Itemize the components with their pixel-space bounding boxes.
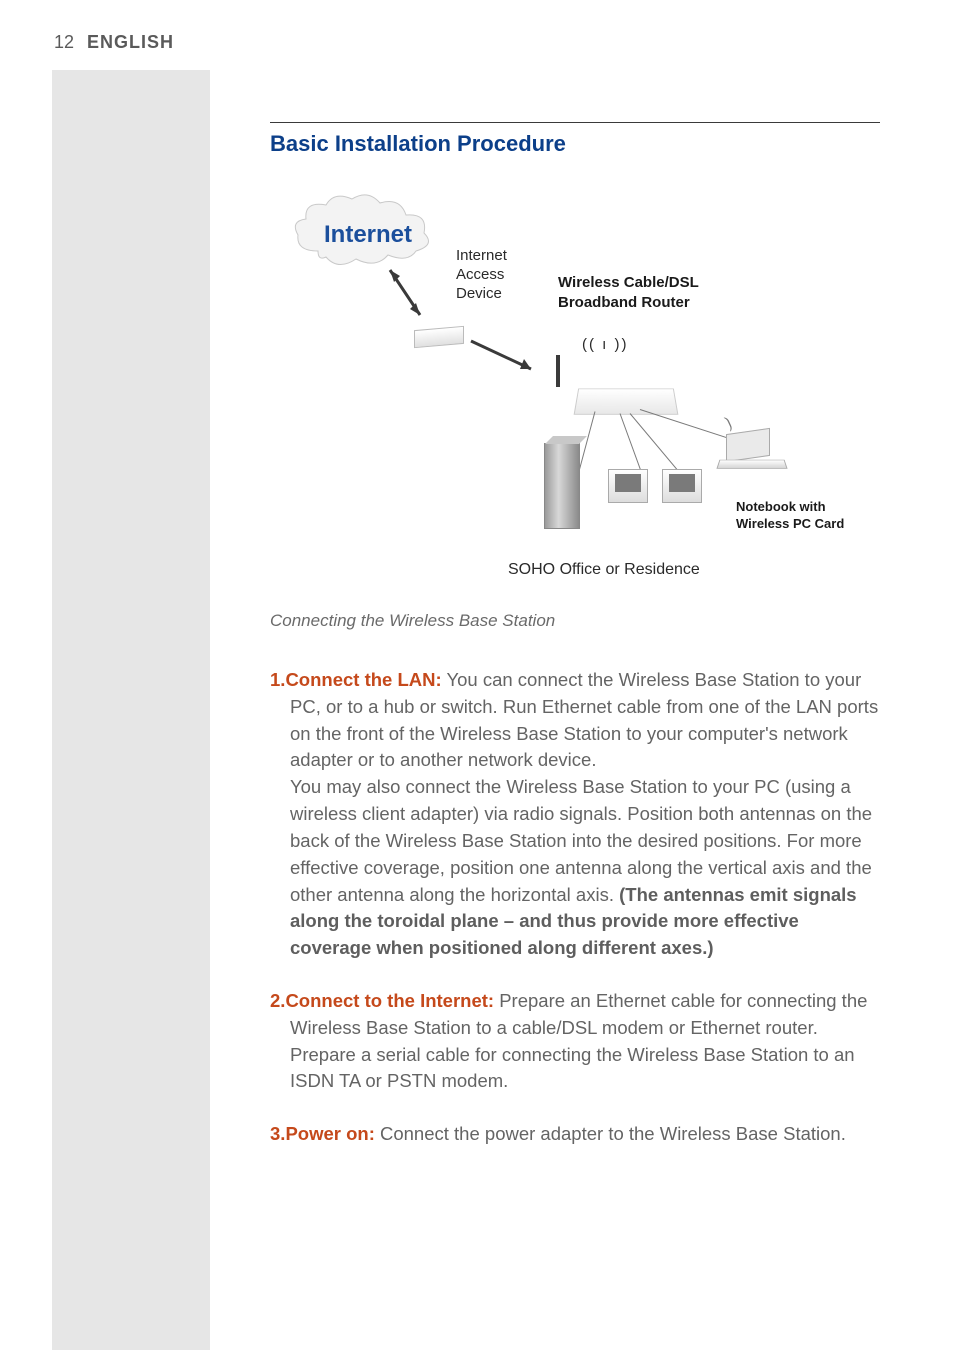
router-icon xyxy=(574,388,679,414)
main-content: Basic Installation Procedure Internet In… xyxy=(270,122,880,1174)
antenna-icon: (( ı )) xyxy=(582,336,628,353)
step-2: 2.Connect to the Internet: Prepare an Et… xyxy=(270,988,880,1095)
iad-line3: Device xyxy=(456,285,502,302)
section-rule xyxy=(270,122,880,123)
language-label: ENGLISH xyxy=(87,32,174,52)
left-sidebar-band xyxy=(52,70,210,1350)
iad-line2: Access xyxy=(456,266,504,283)
access-device-icon xyxy=(414,326,464,348)
laptop-icon xyxy=(718,431,786,475)
step-3: 3.Power on: Connect the power adapter to… xyxy=(270,1121,880,1148)
router-label: Wireless Cable/DSL Broadband Router xyxy=(558,273,699,312)
notebook-line1: Notebook with xyxy=(736,499,826,514)
router-line2: Broadband Router xyxy=(558,294,690,311)
access-device-label: Internet Access Device xyxy=(456,247,507,303)
page-number: 12 xyxy=(54,32,74,52)
arrow-device-to-router-icon xyxy=(466,329,546,379)
internet-cloud-icon: Internet xyxy=(288,191,438,271)
notebook-line2: Wireless PC Card xyxy=(736,516,844,531)
figure-caption: Connecting the Wireless Base Station xyxy=(270,611,880,631)
arrow-cloud-to-device-icon xyxy=(380,265,430,325)
step-title: Connect to the Internet: xyxy=(285,990,494,1011)
desktop-icon xyxy=(608,469,648,503)
section-title: Basic Installation Procedure xyxy=(270,131,880,157)
step-title: Power on: xyxy=(285,1123,374,1144)
antenna-stem-icon xyxy=(556,355,560,387)
server-icon xyxy=(544,443,580,529)
cloud-label: Internet xyxy=(324,221,412,249)
desktop-icon xyxy=(662,469,702,503)
iad-line1: Internet xyxy=(456,247,507,264)
page-header: 12 ENGLISH xyxy=(54,32,174,53)
step-title: Connect the LAN: xyxy=(285,669,441,690)
step-number: 2. xyxy=(270,990,285,1011)
step-1: 1.Connect the LAN: You can connect the W… xyxy=(270,667,880,962)
step-number: 3. xyxy=(270,1123,285,1144)
step-body: Connect the power adapter to the Wireles… xyxy=(375,1123,846,1144)
notebook-label: Notebook with Wireless PC Card xyxy=(736,499,844,533)
router-line1: Wireless Cable/DSL xyxy=(558,274,699,291)
network-diagram: Internet Internet Access Device Wireless… xyxy=(270,181,880,601)
soho-label: SOHO Office or Residence xyxy=(508,561,700,579)
step-number: 1. xyxy=(270,669,285,690)
